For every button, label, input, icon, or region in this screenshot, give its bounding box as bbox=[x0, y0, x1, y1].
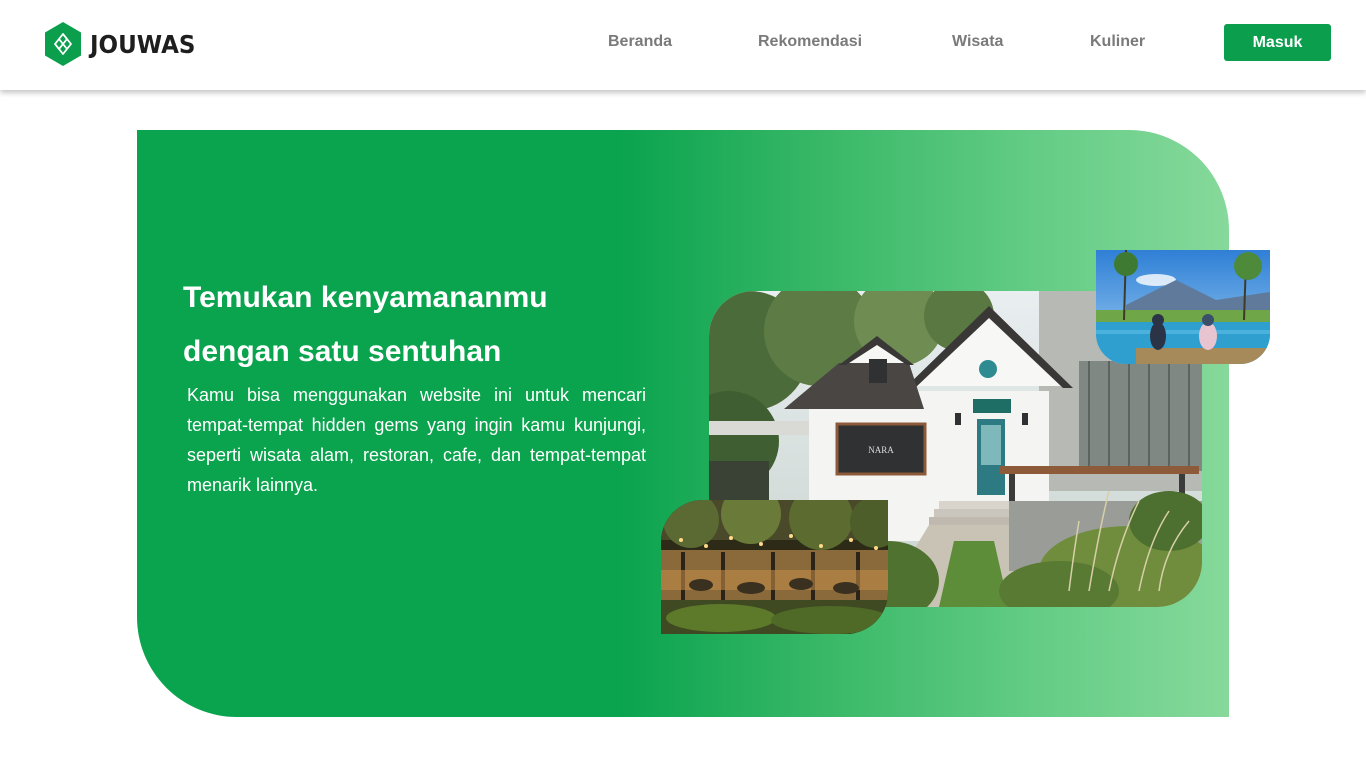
login-button[interactable]: Masuk bbox=[1224, 24, 1331, 61]
night-restaurant-photo bbox=[661, 500, 888, 634]
nav-link-beranda[interactable]: Beranda bbox=[608, 33, 672, 51]
cafe-sign-text: NARA bbox=[868, 445, 894, 455]
brand-name: JOUWAS bbox=[90, 29, 196, 59]
hero-title: Temukan kenyamananmu dengan satu sentuha… bbox=[183, 271, 653, 379]
hero-title-line-2: dengan satu sentuhan bbox=[183, 335, 502, 368]
navbar: JOUWAS Beranda Rekomendasi Wisata Kuline… bbox=[0, 0, 1366, 90]
brand-logo[interactable]: JOUWAS bbox=[44, 21, 205, 67]
hero-title-line-1: Temukan kenyamananmu bbox=[183, 281, 548, 314]
lake-scenery-photo bbox=[1096, 250, 1270, 364]
hexagon-leaf-logo-icon bbox=[45, 22, 81, 66]
hero-description: Kamu bisa menggunakan website ini untuk … bbox=[187, 385, 646, 495]
nav-link-kuliner[interactable]: Kuliner bbox=[1090, 33, 1145, 51]
nav-link-wisata[interactable]: Wisata bbox=[952, 33, 1003, 51]
nav-link-rekomendasi[interactable]: Rekomendasi bbox=[758, 33, 862, 51]
